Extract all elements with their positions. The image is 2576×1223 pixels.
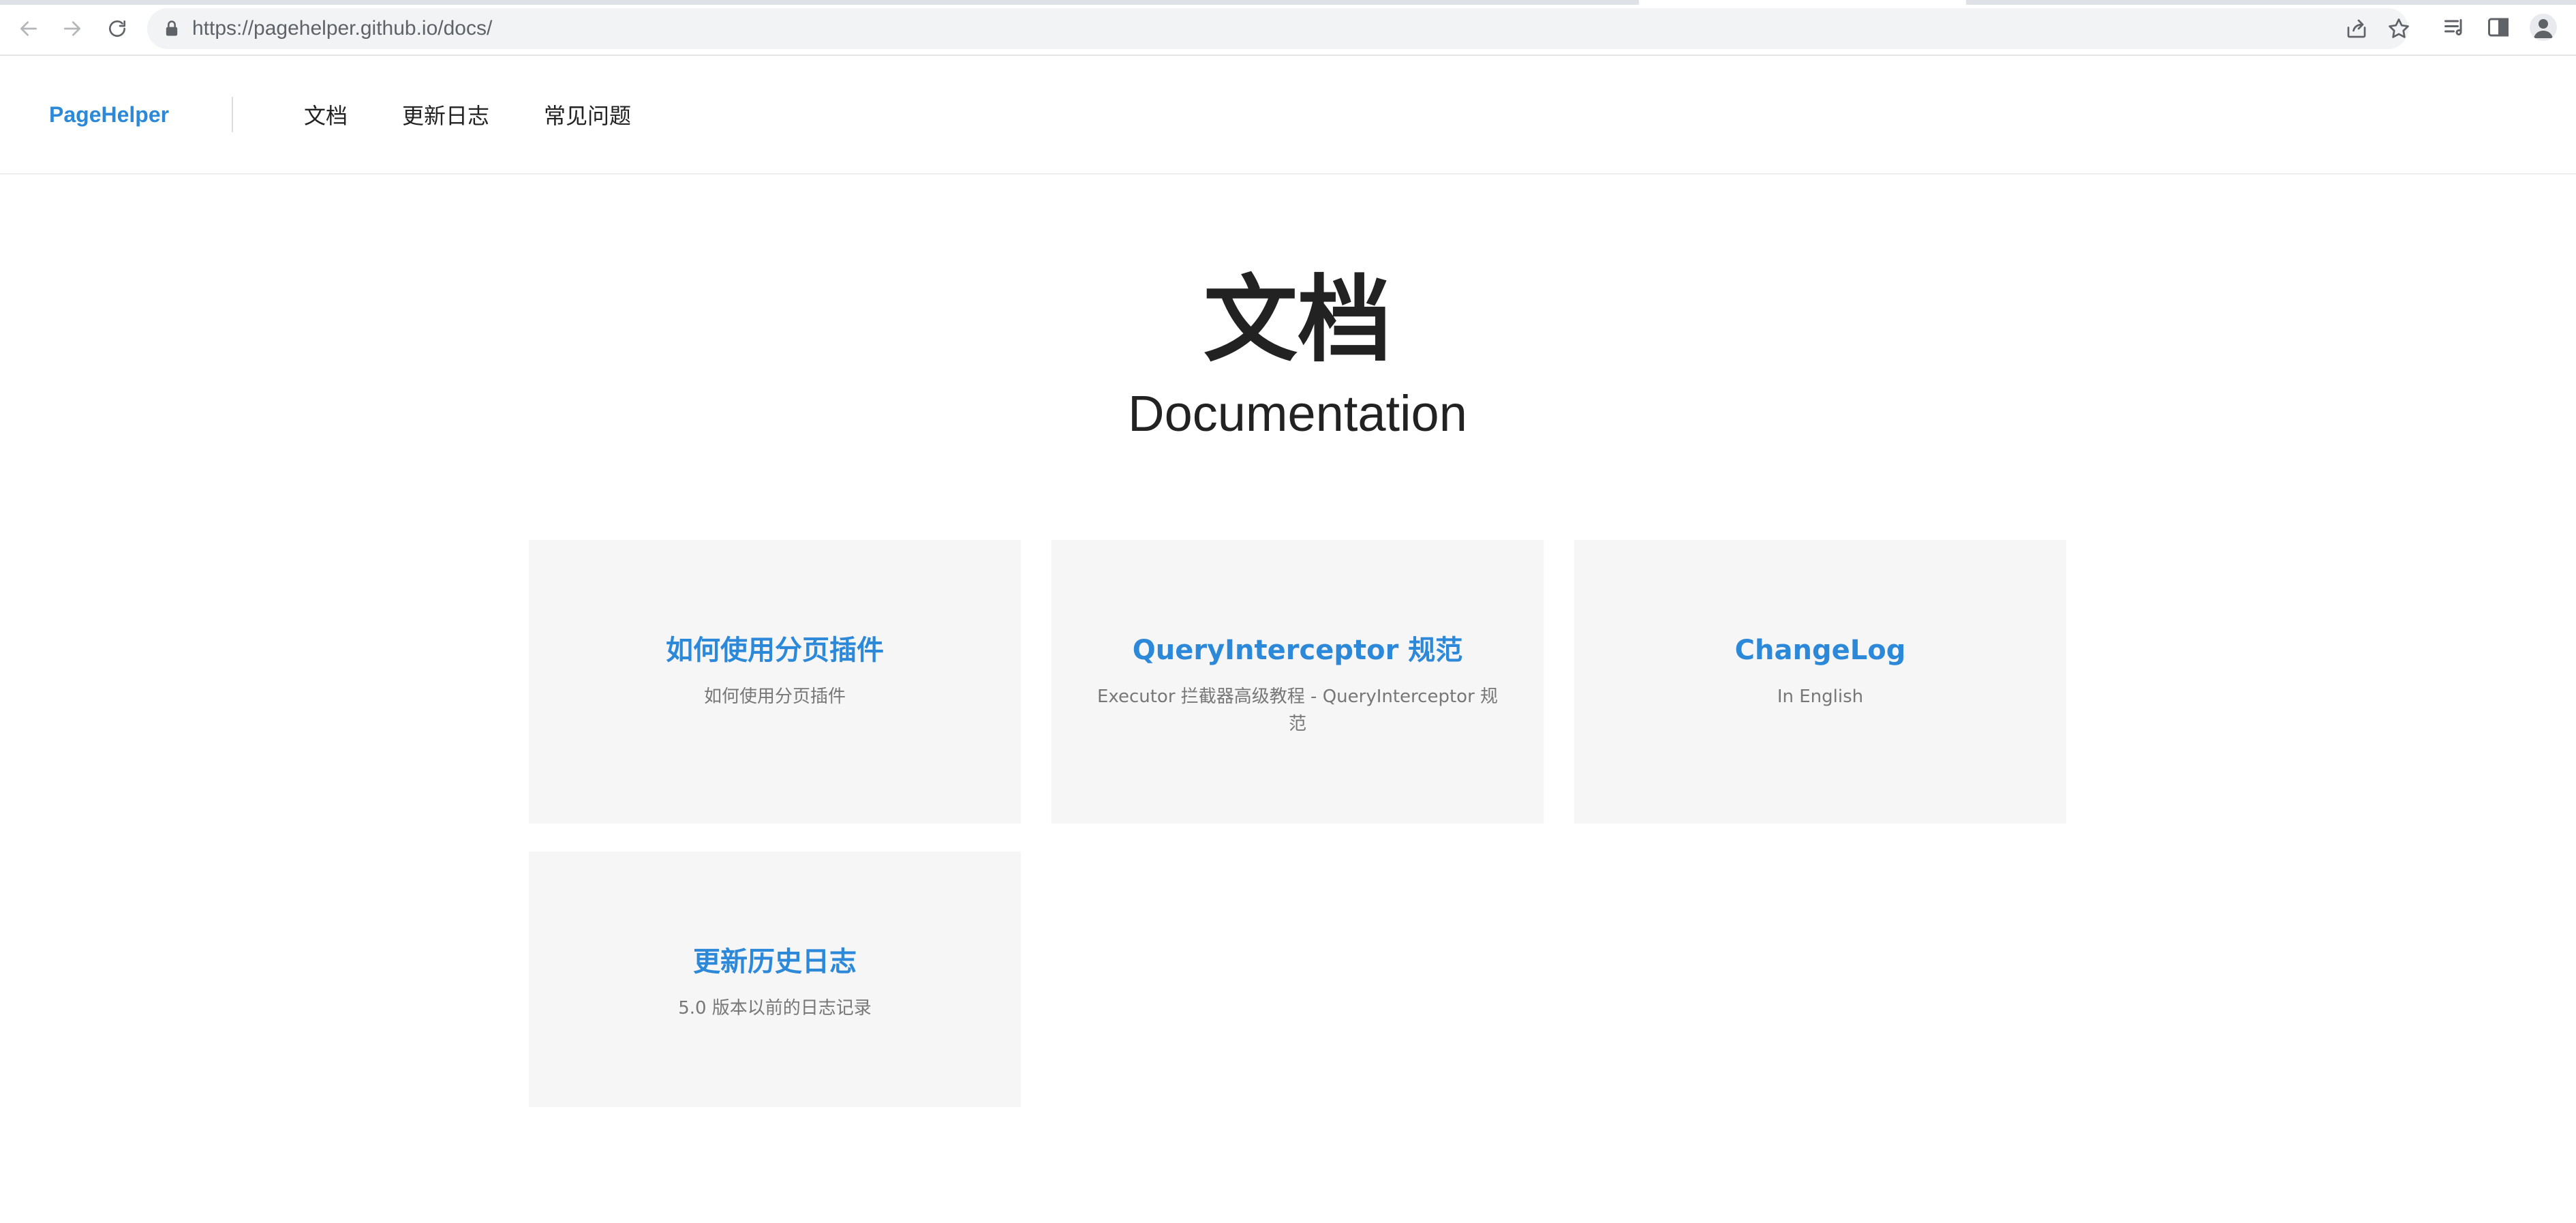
arrow-left-icon [20, 21, 37, 36]
nav-link-faq[interactable]: 常见问题 [544, 99, 631, 130]
main-nav: 文档 更新日志 常见问题 [304, 57, 686, 172]
card-title: 如何使用分页插件 [666, 635, 884, 666]
address-bar[interactable]: https://pagehelper.github.io/docs/ [147, 8, 2411, 49]
person-icon [2534, 19, 2553, 38]
card-changelog[interactable]: ChangeLog In English [1574, 540, 2066, 824]
tab-strip [0, 0, 2576, 5]
nav-link-docs[interactable]: 文档 [304, 99, 348, 130]
brand-logo-link[interactable]: PageHelper [49, 57, 169, 172]
reload-button[interactable] [102, 14, 132, 44]
card-title: QueryInterceptor 规范 [1132, 635, 1463, 666]
card-description: Executor 拦截器高级教程 - QueryInterceptor 规范 [1097, 686, 1499, 734]
lock-icon[interactable] [162, 19, 181, 38]
card-description: 5.0 版本以前的日志记录 [678, 998, 872, 1018]
nav-link-changelog[interactable]: 更新日志 [402, 99, 489, 130]
page-title: 文档 [1203, 265, 1392, 375]
profile-avatar-icon[interactable] [2530, 14, 2557, 41]
url-text[interactable]: https://pagehelper.github.io/docs/ [192, 8, 492, 49]
site-header: PageHelper 文档 更新日志 常见问题 [0, 57, 2576, 175]
url-path: /docs/ [438, 17, 493, 40]
card-history-log[interactable]: 更新历史日志 5.0 版本以前的日志记录 [529, 851, 1021, 1107]
reading-list-icon[interactable] [2442, 15, 2467, 40]
url-host: https://pagehelper.github.io [192, 17, 438, 40]
header-divider [232, 97, 233, 132]
share-icon[interactable] [2344, 16, 2369, 41]
star-icon[interactable] [2387, 16, 2411, 41]
active-tab[interactable] [1639, 0, 1966, 5]
card-how-to-use[interactable]: 如何使用分页插件 如何使用分页插件 [529, 540, 1021, 824]
card-title: 更新历史日志 [693, 946, 857, 978]
browser-toolbar: https://pagehelper.github.io/docs/ [0, 0, 2576, 56]
card-description: 如何使用分页插件 [703, 686, 846, 707]
forward-button[interactable] [57, 14, 87, 44]
card-description: In English [1777, 686, 1864, 707]
card-title: ChangeLog [1734, 635, 1906, 666]
arrow-right-icon [64, 21, 80, 36]
side-panel-icon[interactable] [2486, 15, 2511, 40]
card-query-interceptor[interactable]: QueryInterceptor 规范 Executor 拦截器高级教程 - Q… [1052, 540, 1544, 824]
page-subtitle: Documentation [1128, 385, 1467, 442]
reload-icon [109, 20, 125, 37]
back-button[interactable] [14, 14, 44, 44]
